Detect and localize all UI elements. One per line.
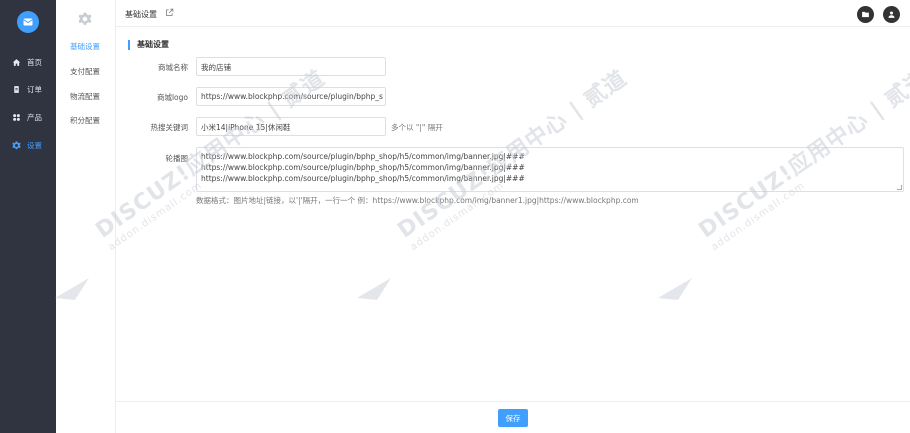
mail-icon: [23, 18, 33, 26]
watermark-arrow-icon: [357, 278, 391, 300]
settings-submenu: 基础设置 支付配置 物流配置 积分配置: [56, 0, 116, 433]
sidebar-item-label: 设置: [27, 140, 42, 150]
sidebar-item-products[interactable]: 产品: [0, 104, 56, 130]
banner-line: https://www.blockphp.com/source/plugin/b…: [201, 174, 525, 183]
banner-line: https://www.blockphp.com/source/plugin/b…: [201, 152, 525, 161]
grid-icon: [11, 112, 21, 122]
sidebar-item-orders[interactable]: 订单: [0, 76, 56, 102]
hot-keywords-label: 热搜关键词: [150, 123, 189, 132]
main-sidebar: 首页 订单 产品 设置: [0, 0, 56, 433]
shop-logo-label: 商城logo: [156, 93, 188, 102]
banner-textarea[interactable]: https://www.blockphp.com/source/plugin/b…: [196, 147, 904, 192]
top-bar: 基础设置: [116, 0, 910, 27]
submenu-item-points[interactable]: 积分配置: [70, 115, 100, 126]
user-button[interactable]: [883, 6, 900, 23]
folder-icon: [862, 11, 869, 18]
sidebar-item-label: 订单: [27, 84, 42, 94]
app-logo[interactable]: [17, 11, 39, 33]
sidebar-item-settings[interactable]: 设置: [0, 132, 56, 158]
hot-keywords-input[interactable]: 小米14|iPhone 15|休闲鞋: [196, 117, 386, 136]
resize-handle[interactable]: [897, 185, 902, 190]
section-title: 基础设置: [128, 40, 169, 50]
watermark-arrow-icon: [658, 278, 692, 300]
submenu-item-shipping[interactable]: 物流配置: [70, 91, 100, 102]
save-button[interactable]: 保存: [498, 409, 528, 427]
sidebar-item-home[interactable]: 首页: [0, 49, 56, 75]
banner-label: 轮播图: [165, 154, 189, 163]
home-icon: [11, 57, 21, 67]
breadcrumb: 基础设置: [125, 10, 157, 19]
banner-line: https://www.blockphp.com/source/plugin/b…: [201, 163, 525, 172]
banner-hint: 数据格式：图片地址|链接，以'|'隔开，一行一个 例：https://www.b…: [196, 196, 639, 205]
folder-button[interactable]: [857, 6, 874, 23]
user-icon: [888, 11, 895, 18]
gear-icon: [78, 12, 92, 25]
shop-name-input[interactable]: 我的店铺: [196, 57, 386, 76]
sidebar-item-label: 首页: [27, 57, 42, 67]
submenu-item-basic[interactable]: 基础设置: [70, 41, 100, 52]
sidebar-item-label: 产品: [27, 112, 42, 122]
external-link-icon[interactable]: [165, 8, 174, 17]
gear-icon: [11, 140, 21, 150]
submenu-item-payment[interactable]: 支付配置: [70, 66, 100, 77]
clipboard-icon: [11, 84, 21, 94]
hot-keywords-hint: 多个以 "|" 隔开: [391, 123, 443, 132]
shop-name-label: 商城名称: [158, 63, 188, 72]
shop-logo-input[interactable]: https://www.blockphp.com/source/plugin/b…: [196, 87, 386, 106]
footer-bar: 保存: [116, 401, 910, 433]
